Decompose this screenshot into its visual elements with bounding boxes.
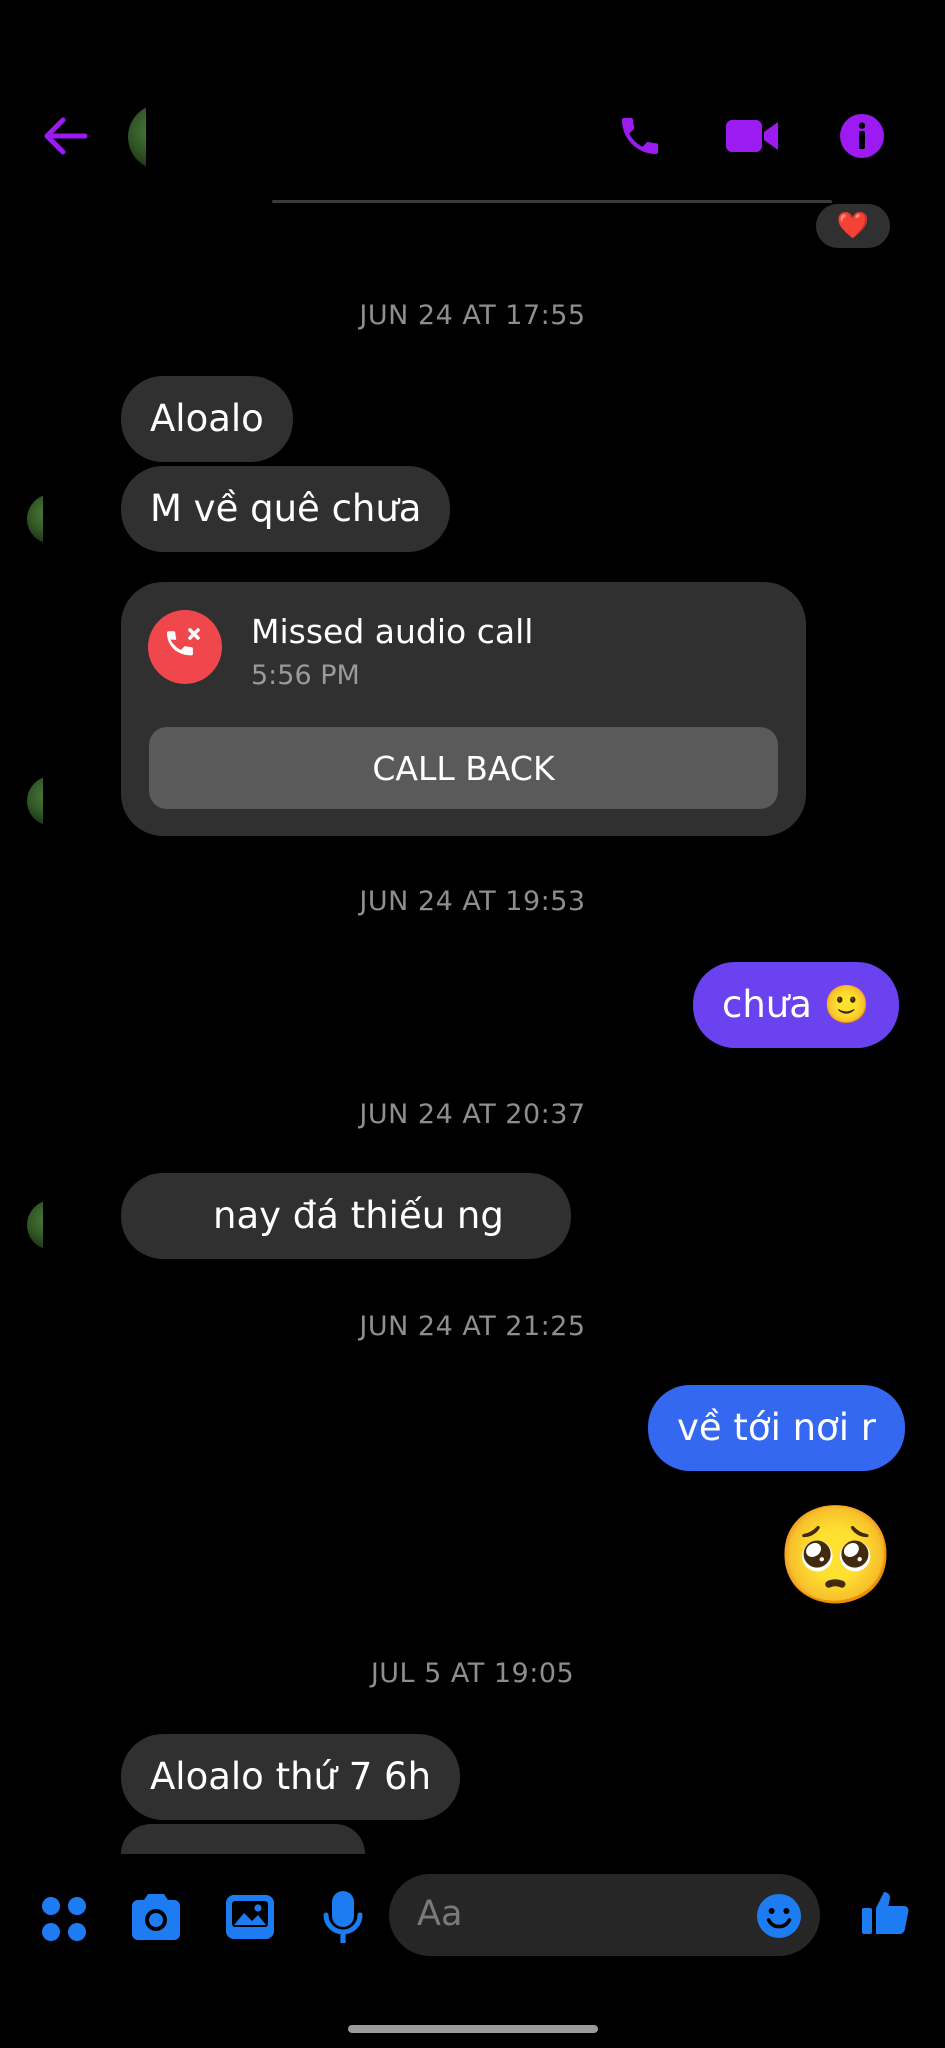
menu-dots-icon[interactable]: [38, 1893, 90, 1945]
incoming-message[interactable]: nay đá thiếu ng: [121, 1173, 571, 1259]
thumbs-up-icon[interactable]: [860, 1886, 912, 1938]
sender-avatar[interactable]: [27, 1200, 43, 1250]
message-text: nay đá thiếu ng: [213, 1194, 504, 1237]
outgoing-message[interactable]: về tới nơi r: [648, 1385, 905, 1471]
incoming-message[interactable]: Aloalo: [121, 376, 293, 462]
incoming-message[interactable]: M về quê chưa: [121, 466, 451, 552]
incoming-message-partial[interactable]: [121, 1824, 365, 1854]
phone-icon: [622, 118, 658, 154]
incoming-message[interactable]: Aloalo thứ 7 6h: [121, 1734, 461, 1820]
reaction-badge[interactable]: ❤️: [816, 204, 890, 248]
sender-avatar[interactable]: [27, 494, 43, 544]
call-back-button[interactable]: CALL BACK: [149, 727, 778, 809]
pleading-face-emoji[interactable]: 🥺: [776, 1500, 896, 1610]
sender-avatar[interactable]: [27, 776, 43, 826]
emoji-icon[interactable]: [755, 1892, 803, 1940]
video-camera-icon: [726, 120, 778, 152]
previous-message-edge: [272, 200, 832, 203]
missed-call-title: Missed audio call: [251, 612, 534, 651]
arrow-left-icon: [44, 117, 88, 155]
message-text: chưa: [722, 983, 812, 1026]
outgoing-message[interactable]: chưa 🙂: [693, 962, 899, 1048]
missed-call-icon: [148, 610, 222, 684]
timestamp: JUN 24 AT 20:37: [359, 1099, 586, 1130]
message-input-placeholder: Aa: [417, 1894, 463, 1934]
timestamp: JUN 24 AT 17:55: [359, 300, 586, 331]
message-input[interactable]: Aa: [389, 1874, 820, 1956]
gallery-icon[interactable]: [224, 1891, 276, 1943]
heart-reaction: ❤️: [836, 211, 870, 241]
info-button[interactable]: [834, 108, 890, 164]
missed-call-card[interactable]: Missed audio call 5:56 PM CALL BACK: [121, 582, 806, 836]
camera-icon[interactable]: [128, 1891, 184, 1945]
back-button[interactable]: [34, 105, 96, 167]
audio-call-button[interactable]: [612, 108, 668, 164]
timestamp: JUN 24 AT 21:25: [359, 1311, 586, 1342]
microphone-icon[interactable]: [322, 1889, 364, 1947]
header-avatar[interactable]: [128, 104, 146, 170]
smile-emoji: 🙂: [823, 983, 870, 1026]
timestamp: JUN 24 AT 19:53: [359, 886, 586, 917]
video-call-button[interactable]: [720, 110, 784, 162]
timestamp: JUL 5 AT 19:05: [370, 1658, 575, 1689]
missed-call-time: 5:56 PM: [251, 660, 360, 691]
home-indicator: [348, 2025, 598, 2033]
info-icon: [840, 114, 884, 158]
